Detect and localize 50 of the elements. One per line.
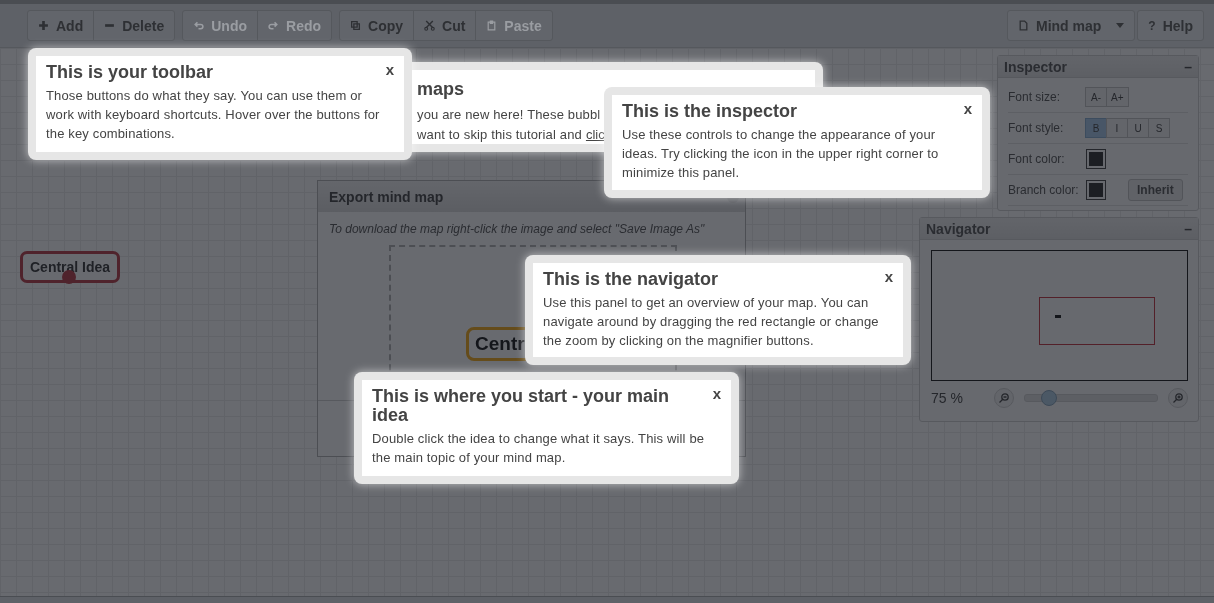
minimize-button[interactable]: –	[1184, 220, 1192, 237]
bubble-text: want to skip this tutorial and	[417, 126, 582, 144]
plus-icon	[38, 20, 49, 31]
close-button[interactable]: x	[963, 100, 972, 117]
bubble-title: This is the navigator	[543, 268, 719, 289]
field-label: Font size:	[1008, 90, 1062, 104]
bubble-title: This is your toolbar	[46, 61, 214, 82]
field-label: Font color:	[1008, 152, 1066, 166]
node-handle[interactable]	[62, 270, 76, 284]
field-label: Branch color:	[1008, 183, 1080, 197]
close-button[interactable]: x	[385, 61, 394, 78]
bubble-title: maps	[417, 78, 466, 99]
minimize-button[interactable]: –	[1184, 58, 1192, 75]
style-button[interactable]: S	[1148, 118, 1170, 138]
undo-icon	[193, 20, 205, 31]
toolbar-button[interactable]: Cut	[413, 10, 477, 41]
color-swatch[interactable]	[1086, 149, 1106, 169]
dialog-instruction: To download the map right-click the image and select "Save Image As"	[328, 221, 706, 236]
close-button[interactable]: x	[884, 268, 893, 285]
magnifier-icon	[997, 392, 1010, 404]
mini-node	[1055, 315, 1061, 318]
zoom-level: 75 %	[931, 390, 964, 406]
slider-thumb[interactable]	[1040, 390, 1057, 406]
skip-link[interactable]: clic	[585, 125, 605, 144]
style-button[interactable]: A+	[1106, 87, 1129, 107]
style-button[interactable]: A-	[1085, 87, 1107, 107]
toolbar-button[interactable]: ? Help	[1137, 10, 1204, 41]
color-swatch[interactable]	[1086, 180, 1106, 200]
bubble-text: you are new here! These bubbl	[417, 106, 601, 124]
redo-icon	[268, 20, 279, 31]
copy-icon	[350, 20, 361, 31]
bubble-title: This is where you start - your main idea	[372, 385, 671, 425]
viewport-rectangle[interactable]	[1039, 297, 1155, 345]
dialog-title: Export mind map	[329, 188, 444, 205]
scissors-icon	[424, 20, 435, 31]
idea-node[interactable]: Central Idea	[20, 251, 121, 283]
clipboard-icon	[486, 20, 498, 31]
close-button[interactable]: x	[712, 385, 721, 402]
zoom-out-button[interactable]	[993, 388, 1014, 408]
magnifier-icon	[1172, 392, 1184, 404]
field-label: Font style:	[1008, 121, 1065, 135]
document-icon	[1017, 20, 1029, 31]
zoom-in-button[interactable]	[1168, 388, 1188, 408]
toolbar-button[interactable]: Copy	[339, 10, 414, 41]
bubble-title: This is the inspector	[622, 100, 798, 121]
style-button[interactable]: U	[1127, 118, 1149, 138]
bubble-text: Double click the idea to change what it says. This will be the main topic of your mind map.	[372, 430, 706, 467]
style-button[interactable]: B	[1085, 118, 1107, 138]
bubble-text: Use these controls to change the appearance of your ideas. Try clicking the icon in the upper right corner to minimize this panel.	[622, 126, 940, 182]
bubble-text: Those buttons do what they say. You can use them or work with keyboard shortcuts. Hover over the buttons for the key combinations.	[46, 87, 381, 143]
